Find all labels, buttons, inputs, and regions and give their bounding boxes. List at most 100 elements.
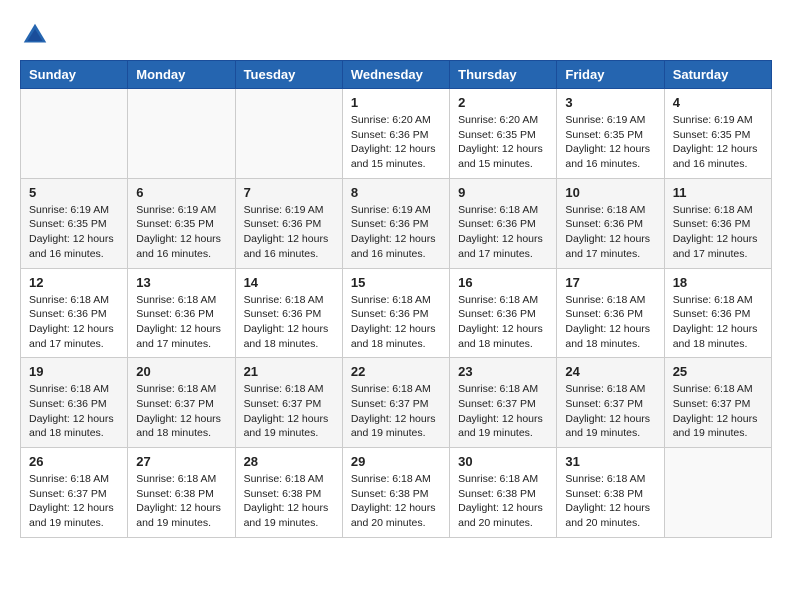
day-info-15: Sunrise: 6:18 AM Sunset: 6:36 PM Dayligh… bbox=[351, 293, 441, 352]
day-number-4: 4 bbox=[673, 95, 763, 110]
day-info-4: Sunrise: 6:19 AM Sunset: 6:35 PM Dayligh… bbox=[673, 113, 763, 172]
day-number-11: 11 bbox=[673, 185, 763, 200]
day-number-5: 5 bbox=[29, 185, 119, 200]
day-cell-8: 8 Sunrise: 6:19 AM Sunset: 6:36 PM Daylig… bbox=[342, 178, 449, 268]
day-info-31: Sunrise: 6:18 AM Sunset: 6:38 PM Dayligh… bbox=[565, 472, 655, 531]
day-cell-27: 27Sunrise: 6:18 AM Sunset: 6:38 PM Dayli… bbox=[128, 448, 235, 538]
day-cell-15: 15 Sunrise: 6:18 AM Sunset: 6:36 PM Dayli… bbox=[342, 268, 449, 358]
day-number-30: 30 bbox=[458, 454, 548, 469]
day-info-30: Sunrise: 6:18 AM Sunset: 6:38 PM Dayligh… bbox=[458, 472, 548, 531]
day-cell-2: 2 Sunrise: 6:20 AM Sunset: 6:35 PM Daylig… bbox=[450, 89, 557, 179]
day-info-1: Sunrise: 6:20 AM Sunset: 6:36 PM Dayligh… bbox=[351, 113, 441, 172]
day-number-12: 12 bbox=[29, 275, 119, 290]
week-row-4: 19Sunrise: 6:18 AM Sunset: 6:36 PM Dayli… bbox=[21, 358, 772, 448]
day-info-14: Sunrise: 6:18 AM Sunset: 6:36 PM Dayligh… bbox=[244, 293, 334, 352]
day-info-12: Sunrise: 6:18 AM Sunset: 6:36 PM Dayligh… bbox=[29, 293, 119, 352]
calendar: SundayMondayTuesdayWednesdayThursdayFrid… bbox=[20, 60, 772, 538]
weekday-header-sunday: Sunday bbox=[21, 61, 128, 89]
day-cell-16: 16 Sunrise: 6:18 AM Sunset: 6:36 PM Dayli… bbox=[450, 268, 557, 358]
day-cell-12: 12 Sunrise: 6:18 AM Sunset: 6:36 PM Dayli… bbox=[21, 268, 128, 358]
day-cell-11: 11Sunrise: 6:18 AM Sunset: 6:36 PM Dayli… bbox=[664, 178, 771, 268]
logo-icon bbox=[20, 20, 50, 50]
day-cell-4: 4 Sunrise: 6:19 AM Sunset: 6:35 PM Daylig… bbox=[664, 89, 771, 179]
day-number-29: 29 bbox=[351, 454, 441, 469]
day-cell-13: 13 Sunrise: 6:18 AM Sunset: 6:36 PM Dayli… bbox=[128, 268, 235, 358]
day-number-31: 31 bbox=[565, 454, 655, 469]
empty-cell bbox=[128, 89, 235, 179]
day-info-25: Sunrise: 6:18 AM Sunset: 6:37 PM Dayligh… bbox=[673, 382, 763, 441]
day-cell-17: 17 Sunrise: 6:18 AM Sunset: 6:36 PM Dayli… bbox=[557, 268, 664, 358]
logo bbox=[20, 20, 54, 50]
day-cell-25: 25 Sunrise: 6:18 AM Sunset: 6:37 PM Dayli… bbox=[664, 358, 771, 448]
day-info-17: Sunrise: 6:18 AM Sunset: 6:36 PM Dayligh… bbox=[565, 293, 655, 352]
day-info-13: Sunrise: 6:18 AM Sunset: 6:36 PM Dayligh… bbox=[136, 293, 226, 352]
day-cell-9: 9 Sunrise: 6:18 AM Sunset: 6:36 PM Daylig… bbox=[450, 178, 557, 268]
week-row-2: 5 Sunrise: 6:19 AM Sunset: 6:35 PM Daylig… bbox=[21, 178, 772, 268]
day-number-24: 24 bbox=[565, 364, 655, 379]
day-cell-19: 19Sunrise: 6:18 AM Sunset: 6:36 PM Dayli… bbox=[21, 358, 128, 448]
day-info-5: Sunrise: 6:19 AM Sunset: 6:35 PM Dayligh… bbox=[29, 203, 119, 262]
week-row-5: 26 Sunrise: 6:18 AM Sunset: 6:37 PM Dayli… bbox=[21, 448, 772, 538]
day-number-8: 8 bbox=[351, 185, 441, 200]
day-info-2: Sunrise: 6:20 AM Sunset: 6:35 PM Dayligh… bbox=[458, 113, 548, 172]
day-number-22: 22 bbox=[351, 364, 441, 379]
day-number-20: 20 bbox=[136, 364, 226, 379]
day-number-19: 19 bbox=[29, 364, 119, 379]
day-number-2: 2 bbox=[458, 95, 548, 110]
day-number-10: 10 bbox=[565, 185, 655, 200]
day-cell-7: 7Sunrise: 6:19 AM Sunset: 6:36 PM Daylig… bbox=[235, 178, 342, 268]
day-cell-31: 31 Sunrise: 6:18 AM Sunset: 6:38 PM Dayli… bbox=[557, 448, 664, 538]
day-cell-22: 22 Sunrise: 6:18 AM Sunset: 6:37 PM Dayli… bbox=[342, 358, 449, 448]
day-number-3: 3 bbox=[565, 95, 655, 110]
day-cell-20: 20 Sunrise: 6:18 AM Sunset: 6:37 PM Dayli… bbox=[128, 358, 235, 448]
day-info-23: Sunrise: 6:18 AM Sunset: 6:37 PM Dayligh… bbox=[458, 382, 548, 441]
weekday-header-monday: Monday bbox=[128, 61, 235, 89]
empty-cell bbox=[664, 448, 771, 538]
day-number-27: 27 bbox=[136, 454, 226, 469]
weekday-header-saturday: Saturday bbox=[664, 61, 771, 89]
empty-cell bbox=[21, 89, 128, 179]
day-info-9: Sunrise: 6:18 AM Sunset: 6:36 PM Dayligh… bbox=[458, 203, 548, 262]
weekday-header-tuesday: Tuesday bbox=[235, 61, 342, 89]
day-cell-30: 30 Sunrise: 6:18 AM Sunset: 6:38 PM Dayli… bbox=[450, 448, 557, 538]
day-number-18: 18 bbox=[673, 275, 763, 290]
day-cell-26: 26 Sunrise: 6:18 AM Sunset: 6:37 PM Dayli… bbox=[21, 448, 128, 538]
week-row-1: 1 Sunrise: 6:20 AM Sunset: 6:36 PM Daylig… bbox=[21, 89, 772, 179]
day-number-13: 13 bbox=[136, 275, 226, 290]
day-info-22: Sunrise: 6:18 AM Sunset: 6:37 PM Dayligh… bbox=[351, 382, 441, 441]
day-number-6: 6 bbox=[136, 185, 226, 200]
day-number-7: 7 bbox=[244, 185, 334, 200]
day-number-16: 16 bbox=[458, 275, 548, 290]
day-cell-24: 24 Sunrise: 6:18 AM Sunset: 6:37 PM Dayli… bbox=[557, 358, 664, 448]
day-cell-3: 3 Sunrise: 6:19 AM Sunset: 6:35 PM Daylig… bbox=[557, 89, 664, 179]
day-number-9: 9 bbox=[458, 185, 548, 200]
day-number-1: 1 bbox=[351, 95, 441, 110]
day-cell-28: 28 Sunrise: 6:18 AM Sunset: 6:38 PM Dayli… bbox=[235, 448, 342, 538]
day-number-28: 28 bbox=[244, 454, 334, 469]
day-info-28: Sunrise: 6:18 AM Sunset: 6:38 PM Dayligh… bbox=[244, 472, 334, 531]
day-info-24: Sunrise: 6:18 AM Sunset: 6:37 PM Dayligh… bbox=[565, 382, 655, 441]
day-info-16: Sunrise: 6:18 AM Sunset: 6:36 PM Dayligh… bbox=[458, 293, 548, 352]
day-info-3: Sunrise: 6:19 AM Sunset: 6:35 PM Dayligh… bbox=[565, 113, 655, 172]
day-info-29: Sunrise: 6:18 AM Sunset: 6:38 PM Dayligh… bbox=[351, 472, 441, 531]
day-cell-1: 1 Sunrise: 6:20 AM Sunset: 6:36 PM Daylig… bbox=[342, 89, 449, 179]
day-number-17: 17 bbox=[565, 275, 655, 290]
weekday-header-thursday: Thursday bbox=[450, 61, 557, 89]
day-number-21: 21 bbox=[244, 364, 334, 379]
weekday-header-row: SundayMondayTuesdayWednesdayThursdayFrid… bbox=[21, 61, 772, 89]
day-info-10: Sunrise: 6:18 AM Sunset: 6:36 PM Dayligh… bbox=[565, 203, 655, 262]
day-number-23: 23 bbox=[458, 364, 548, 379]
day-info-8: Sunrise: 6:19 AM Sunset: 6:36 PM Dayligh… bbox=[351, 203, 441, 262]
day-cell-5: 5 Sunrise: 6:19 AM Sunset: 6:35 PM Daylig… bbox=[21, 178, 128, 268]
day-info-21: Sunrise: 6:18 AM Sunset: 6:37 PM Dayligh… bbox=[244, 382, 334, 441]
day-number-25: 25 bbox=[673, 364, 763, 379]
week-row-3: 12 Sunrise: 6:18 AM Sunset: 6:36 PM Dayli… bbox=[21, 268, 772, 358]
day-cell-29: 29 Sunrise: 6:18 AM Sunset: 6:38 PM Dayli… bbox=[342, 448, 449, 538]
day-info-26: Sunrise: 6:18 AM Sunset: 6:37 PM Dayligh… bbox=[29, 472, 119, 531]
day-cell-6: 6Sunrise: 6:19 AM Sunset: 6:35 PM Daylig… bbox=[128, 178, 235, 268]
day-number-26: 26 bbox=[29, 454, 119, 469]
day-cell-10: 10 Sunrise: 6:18 AM Sunset: 6:36 PM Dayli… bbox=[557, 178, 664, 268]
day-number-15: 15 bbox=[351, 275, 441, 290]
day-info-20: Sunrise: 6:18 AM Sunset: 6:37 PM Dayligh… bbox=[136, 382, 226, 441]
empty-cell bbox=[235, 89, 342, 179]
